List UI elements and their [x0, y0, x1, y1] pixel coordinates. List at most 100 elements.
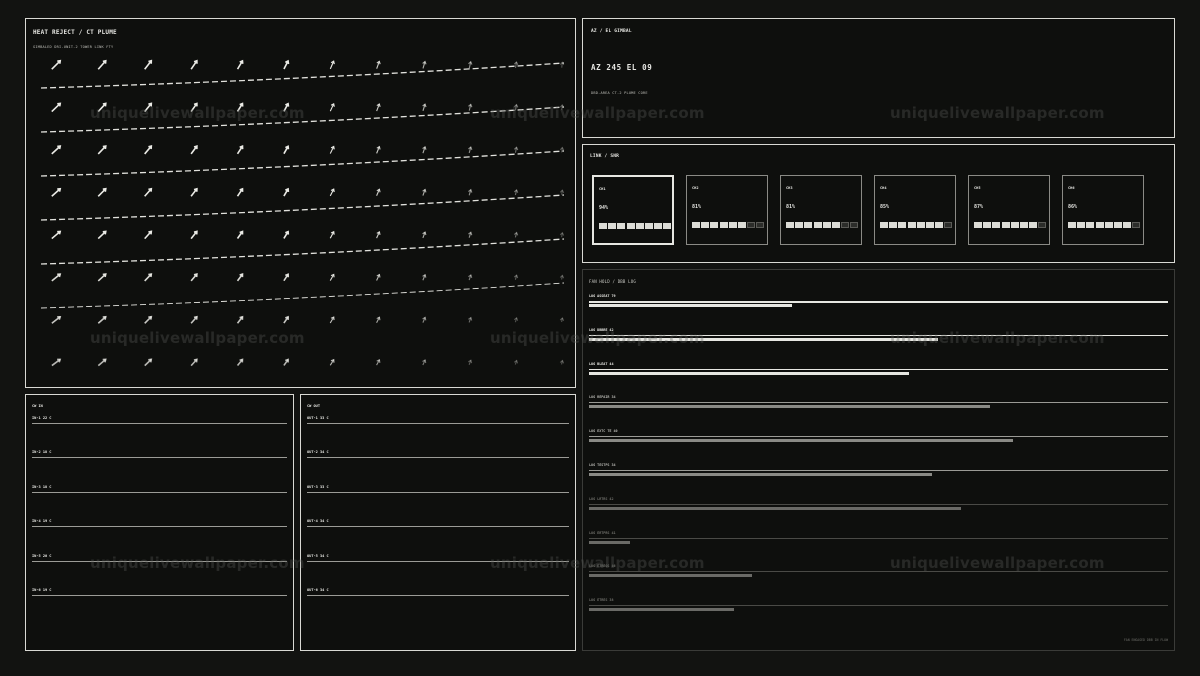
- flow-arrow-icon: [97, 102, 107, 113]
- flow-arrow-icon: [51, 230, 62, 240]
- sensor-reading: OUT-1 33 C: [307, 416, 329, 420]
- link-panel-title: LINK / SNR: [590, 154, 620, 159]
- flow-arrow-icon: [236, 358, 244, 367]
- fan-log-bar: [589, 540, 630, 544]
- fan-log-label: LOG ASSEAT 79: [589, 294, 616, 298]
- channel-card-ch3[interactable]: CH3 81%: [780, 175, 862, 245]
- level-segment: [795, 222, 804, 228]
- flow-arrow-icon: [236, 102, 244, 112]
- fan-log-bar: [589, 439, 1014, 443]
- channel-card-ch1[interactable]: CH1 94%: [592, 175, 674, 245]
- channel-card-ch6[interactable]: CH6 86%: [1062, 175, 1144, 245]
- channel-percent: 94%: [599, 205, 609, 211]
- flow-arrow-icon: [97, 59, 107, 70]
- cw-out-row: OUT-4 34 C: [307, 519, 569, 528]
- channel-level-bar: [974, 222, 1047, 228]
- flow-arrow-icon: [97, 315, 107, 324]
- level-segment: [1029, 222, 1038, 228]
- channel-percent: 81%: [786, 204, 796, 210]
- level-segment: [822, 222, 831, 228]
- fan-log-bar: [589, 337, 938, 341]
- level-segment: [710, 222, 719, 228]
- channel-name: CH2: [692, 186, 699, 190]
- sensor-reading: IN-3 18 C: [32, 484, 52, 489]
- channel-percent: 87%: [974, 204, 984, 210]
- flow-arrow-icon: [329, 230, 335, 239]
- channel-name: CH3: [786, 186, 793, 190]
- cw-out-row: OUT-1 33 C: [307, 416, 569, 425]
- flow-arrow-icon: [468, 274, 473, 281]
- flow-arrow-icon: [513, 103, 519, 111]
- level-segment: [1104, 222, 1113, 228]
- row-divider: [32, 457, 287, 459]
- row-divider: [32, 423, 287, 424]
- channel-card-ch5[interactable]: CH5 87%: [968, 175, 1050, 245]
- channel-card-ch4[interactable]: CH4 85%: [874, 175, 956, 245]
- flow-arrow-icon: [144, 273, 153, 282]
- level-segment: [983, 222, 992, 228]
- flow-arrow-icon: [51, 273, 62, 282]
- flow-arrow-icon: [329, 145, 335, 154]
- cw-out-title: CW OUT: [307, 404, 320, 408]
- flow-arrow-icon: [422, 359, 427, 366]
- flow-arrow-icon: [190, 358, 198, 367]
- fan-log-bar: [589, 506, 961, 510]
- fan-log-panel: FAN HOLD / DBB LOG LOG ASSEAT 79 LOG DBBR…: [582, 269, 1175, 651]
- flow-arrow-icon: [468, 60, 473, 69]
- flow-arrow-icon: [190, 187, 198, 197]
- level-segment: [644, 223, 653, 229]
- flow-arrow-icon: [236, 187, 244, 197]
- fan-log-bar: [589, 304, 793, 307]
- channel-card-ch2[interactable]: CH2 81%: [686, 175, 768, 245]
- flow-arrow-icon: [329, 316, 335, 324]
- sensor-reading: IN-5 20 C: [32, 553, 52, 558]
- flow-line: [40, 282, 565, 309]
- fan-log-row: LOG TESTPS 34: [589, 463, 1168, 479]
- level-segment: [841, 222, 850, 228]
- cw-in-row: IN-3 18 C: [32, 485, 287, 494]
- flow-arrow-icon: [283, 187, 290, 197]
- level-segment: [1068, 222, 1076, 228]
- channel-name: CH1: [599, 187, 606, 191]
- flow-arrow-icon: [422, 273, 427, 281]
- cw-in-panel: CW IN IN-1 22 C IN-2 18 C IN-3 18 C IN-4 19…: [25, 394, 294, 651]
- flow-arrow-icon: [559, 61, 565, 68]
- sensor-reading: OUT-4 34 C: [307, 519, 329, 524]
- flow-arrow-icon: [97, 230, 107, 240]
- level-segment: [880, 222, 888, 228]
- flow-arrow-icon: [559, 189, 565, 195]
- fan-log-label: LOG DBBRE 42: [589, 327, 614, 332]
- flow-arrow-icon: [513, 274, 519, 280]
- row-divider: [307, 423, 569, 424]
- cw-out-row: OUT-5 34 C: [307, 554, 569, 563]
- flow-arrow-icon: [144, 230, 153, 240]
- channel-level-bar: [880, 222, 953, 228]
- flow-line: [40, 238, 565, 265]
- flow-line: [40, 150, 565, 177]
- flow-arrow-icon: [422, 316, 427, 323]
- cw-out-panel: CW OUT OUT-1 33 C OUT-2 34 C OUT-3 33 C OUT…: [300, 394, 576, 651]
- fan-log-row: LOG REPAIR 34: [589, 395, 1168, 411]
- level-segment: [925, 222, 934, 228]
- fan-log-label: LOG ERTPRS 41: [589, 530, 616, 535]
- level-segment: [635, 223, 644, 229]
- level-segment: [898, 222, 907, 228]
- fan-log-row: LOG DBBRE 42: [589, 328, 1168, 344]
- level-segment: [1095, 222, 1104, 228]
- flow-arrow-icon: [513, 316, 519, 323]
- flow-arrow-icon: [97, 187, 107, 197]
- flow-arrow-icon: [283, 230, 290, 239]
- level-segment: [916, 222, 925, 228]
- row-divider: [32, 491, 287, 493]
- level-segment: [1001, 222, 1010, 228]
- level-segment: [747, 222, 756, 228]
- flow-arrow-icon: [376, 145, 381, 154]
- flow-arrow-icon: [329, 358, 335, 366]
- fan-log-label: LOG TESTPS 34: [589, 463, 616, 467]
- fan-log-bar: [589, 574, 752, 578]
- gimbal-subtitle: DBD-AREA CT-2 PLUME CORE: [591, 91, 648, 95]
- fan-log-divider: [589, 368, 1168, 371]
- flow-arrow-icon: [468, 188, 473, 196]
- flow-arrow-icon: [144, 145, 153, 155]
- flow-arrow-icon: [97, 358, 107, 367]
